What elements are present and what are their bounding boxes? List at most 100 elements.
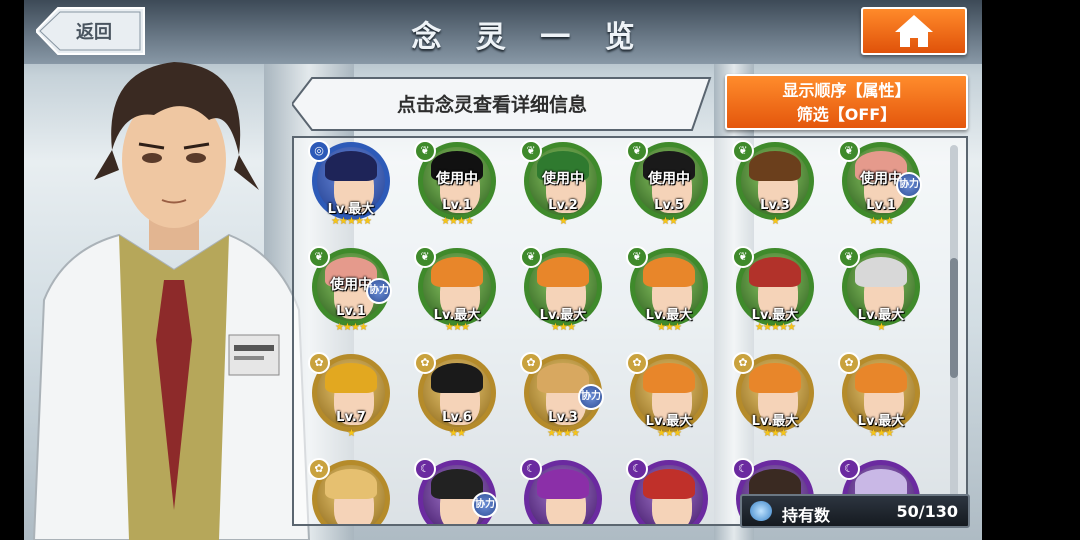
- scrollbar-thumb[interactable]: [950, 258, 958, 378]
- spirit-card[interactable]: ❦ Lv.最大 ★★★: [626, 246, 712, 346]
- spirit-card[interactable]: ✿ Lv.7 ★: [308, 352, 394, 452]
- light-element-icon: ✿: [308, 352, 330, 374]
- rarity-stars: ★★★★★: [331, 216, 372, 227]
- spirit-card[interactable]: ❦ 使用中 协力 Lv.1 ★★★★: [308, 246, 394, 346]
- light-element-icon: ✿: [626, 352, 648, 374]
- level-label: Lv.最大: [327, 202, 375, 217]
- instruction-text: 点击念灵查看详细信息: [396, 94, 587, 116]
- spirit-card[interactable]: ❦ 使用中 Lv.2 ★: [520, 140, 606, 240]
- wind-element-icon: ❦: [732, 140, 754, 162]
- rarity-stars: ★★★: [657, 322, 682, 333]
- rarity-stars: ★★★★: [547, 428, 580, 439]
- level-label: Lv.2: [548, 198, 578, 213]
- rarity-stars: ★★★★★: [755, 322, 796, 333]
- home-button[interactable]: [861, 7, 967, 55]
- wind-element-icon: ❦: [308, 246, 330, 268]
- rarity-stars: ★: [559, 216, 568, 227]
- level-label: Lv.最大: [539, 308, 587, 323]
- spirit-card[interactable]: ❦ Lv.最大 ★★★★★: [732, 246, 818, 346]
- level-label: Lv.7: [336, 410, 366, 425]
- owned-label: 持有数: [782, 506, 831, 525]
- spirit-card[interactable]: ✿ Lv.6 ★★: [414, 352, 500, 452]
- left-letterbox: [0, 0, 24, 540]
- water-element-icon: ◎: [308, 140, 330, 162]
- level-label: Lv.3: [548, 410, 578, 425]
- game-screen: 念 灵 一 览 返回 点击念灵查看详细信息 显示顺序【属性】 筛选【OFF】 ◎…: [0, 0, 1080, 540]
- spirit-card[interactable]: ❦ Lv.最大 ★★★: [520, 246, 606, 346]
- assist-badge: 协力: [366, 278, 392, 304]
- wind-element-icon: ❦: [626, 140, 648, 162]
- rarity-stars: ★: [771, 216, 780, 227]
- wind-element-icon: ❦: [626, 246, 648, 268]
- in-use-label: 使用中: [436, 171, 478, 187]
- level-label: Lv.最大: [857, 308, 905, 323]
- light-element-icon: ✿: [520, 352, 542, 374]
- spirit-card[interactable]: ❦ Lv.3 ★: [732, 140, 818, 240]
- level-label: Lv.最大: [857, 414, 905, 429]
- level-label: Lv.6: [442, 410, 472, 425]
- owned-value: 50/130: [896, 502, 958, 521]
- spirit-card[interactable]: ✿ Lv.最大 ★★★: [732, 352, 818, 452]
- light-element-icon: ✿: [732, 352, 754, 374]
- level-label: Lv.5: [654, 198, 684, 213]
- wind-element-icon: ❦: [520, 140, 542, 162]
- spirit-card[interactable]: ❦ Lv.最大 ★★★: [414, 246, 500, 346]
- light-element-icon: ✿: [838, 352, 860, 374]
- right-letterbox: [982, 0, 1080, 540]
- wind-element-icon: ❦: [732, 246, 754, 268]
- wind-element-icon: ❦: [838, 140, 860, 162]
- instruction-banner: 点击念灵查看详细信息: [292, 76, 712, 132]
- spirit-card[interactable]: ❦ 使用中 协力 Lv.1 ★★★: [838, 140, 924, 240]
- rarity-stars: ★★★: [763, 428, 788, 439]
- spirit-card[interactable]: ✿ Lv.最大 ★★★: [838, 352, 924, 452]
- light-element-icon: ✿: [414, 352, 436, 374]
- rarity-stars: ★★: [449, 428, 466, 439]
- spirit-card[interactable]: ❦ 使用中 Lv.1 ★★★★: [414, 140, 500, 240]
- spirit-card[interactable]: ✿ Lv.最大 ★★★: [626, 352, 712, 452]
- rarity-stars: ★★★: [551, 322, 576, 333]
- dark-element-icon: ☾: [838, 458, 860, 480]
- wind-element-icon: ❦: [520, 246, 542, 268]
- level-label: Lv.最大: [645, 414, 693, 429]
- page-title: 念 灵 一 览: [411, 20, 647, 55]
- character-portrait: [24, 40, 314, 540]
- rarity-stars: ★★★★: [441, 216, 474, 227]
- rarity-stars: ★: [347, 428, 356, 439]
- level-label: Lv.最大: [751, 308, 799, 323]
- spirit-orb-icon: [750, 501, 772, 521]
- in-use-label: 使用中: [648, 171, 690, 187]
- sort-order-label: 显示顺序【属性】: [782, 81, 911, 100]
- rarity-stars: ★★★★: [335, 322, 368, 333]
- sort-filter-button[interactable]: 显示顺序【属性】 筛选【OFF】: [725, 74, 968, 130]
- in-use-label: 使用中: [542, 171, 584, 187]
- level-label: Lv.1: [336, 304, 366, 319]
- spirit-card[interactable]: ☾: [520, 458, 606, 524]
- level-label: Lv.最大: [751, 414, 799, 429]
- dark-element-icon: ☾: [732, 458, 754, 480]
- spirit-card[interactable]: ◎ Lv.最大 ★★★★★: [308, 140, 394, 240]
- light-element-icon: ✿: [308, 458, 330, 480]
- spirit-card[interactable]: ✿ 协力 Lv.3 ★★★★: [520, 352, 606, 452]
- level-label: Lv.最大: [645, 308, 693, 323]
- level-label: Lv.1: [866, 198, 896, 213]
- rarity-stars: ★★★: [445, 322, 470, 333]
- wind-element-icon: ❦: [838, 246, 860, 268]
- home-icon: [895, 15, 933, 47]
- assist-badge: 协力: [896, 172, 922, 198]
- level-label: Lv.3: [760, 198, 790, 213]
- dark-element-icon: ☾: [520, 458, 542, 480]
- level-label: Lv.最大: [433, 308, 481, 323]
- spirit-card[interactable]: ✿: [308, 458, 394, 524]
- spirit-card[interactable]: ☾: [626, 458, 712, 524]
- wind-element-icon: ❦: [414, 246, 436, 268]
- spirit-card[interactable]: ❦ Lv.最大 ★: [838, 246, 924, 346]
- rarity-stars: ★★: [661, 216, 678, 227]
- rarity-stars: ★: [877, 322, 886, 333]
- dark-element-icon: ☾: [626, 458, 648, 480]
- assist-badge: 协力: [578, 384, 604, 410]
- wind-element-icon: ❦: [414, 140, 436, 162]
- filter-label: 筛选【OFF】: [796, 105, 897, 124]
- spirit-card[interactable]: ❦ 使用中 Lv.5 ★★: [626, 140, 712, 240]
- spirit-card[interactable]: ☾ 协力: [414, 458, 500, 524]
- spirit-grid: ◎ Lv.最大 ★★★★★ ❦ 使用中 Lv.1 ★★★★ ❦ 使用中 Lv.2 ★ ❦ 使用中 Lv.5…: [292, 136, 968, 526]
